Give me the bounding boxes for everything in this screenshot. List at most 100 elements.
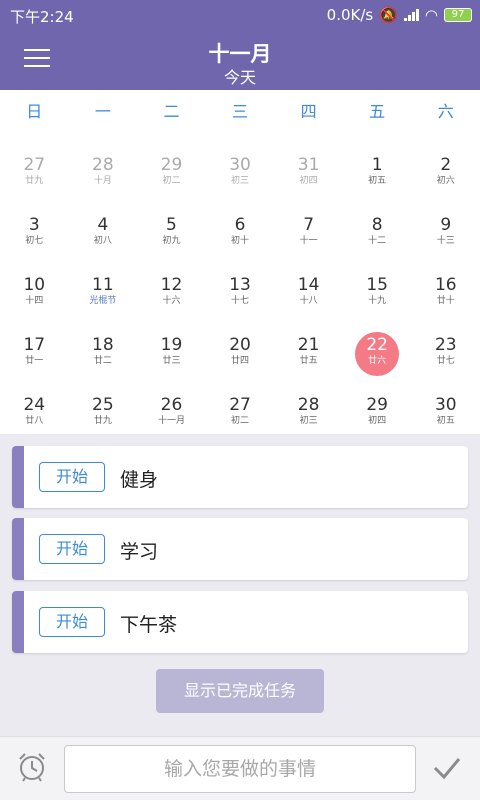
- calendar-day[interactable]: 27 廿九: [0, 134, 69, 194]
- day-number: 8: [371, 215, 383, 235]
- lunar-date: 十八: [299, 296, 318, 306]
- calendar-day[interactable]: 30 初三: [206, 134, 275, 194]
- day-number: 18: [92, 335, 114, 355]
- mute-icon: 🔕: [379, 6, 398, 24]
- day-number: 23: [434, 335, 457, 355]
- task-card: 开始 学习: [12, 518, 468, 580]
- start-button[interactable]: 开始: [39, 462, 105, 492]
- task-card: 开始 下午茶: [12, 591, 468, 653]
- calendar-day[interactable]: 17 廿一: [0, 314, 69, 374]
- calendar-day[interactable]: 27 初二: [206, 374, 275, 434]
- lunar-date: 十七: [231, 296, 250, 306]
- calendar-week: 27 廿九 28 十月 29 初二 30 初三 31 初四 1 初五 2 初六: [0, 134, 480, 194]
- calendar-day[interactable]: 1 初五: [343, 134, 412, 194]
- calendar-day[interactable]: 14 十八: [274, 254, 343, 314]
- todo-input[interactable]: [64, 745, 416, 793]
- lunar-date: 十一: [299, 236, 318, 246]
- calendar-day[interactable]: 12 十六: [137, 254, 206, 314]
- day-number: 16: [434, 275, 457, 295]
- calendar-day[interactable]: 31 初四: [274, 134, 343, 194]
- lunar-date: 廿四: [231, 356, 250, 366]
- calendar-day[interactable]: 10 十四: [0, 254, 69, 314]
- day-number: 29: [160, 155, 183, 175]
- calendar-day[interactable]: 28 初三: [274, 374, 343, 434]
- lunar-date: 廿九: [93, 416, 112, 426]
- calendar-day[interactable]: 16 廿十: [411, 254, 480, 314]
- day-number: 11: [92, 275, 114, 295]
- lunar-date: 初十: [231, 236, 250, 246]
- show-completed-button[interactable]: 显示已完成任务: [156, 669, 324, 713]
- day-number: 6: [234, 215, 246, 235]
- task-name[interactable]: 学习: [120, 537, 158, 564]
- day-number: 28: [92, 155, 114, 175]
- lunar-date: 廿九: [25, 176, 44, 186]
- calendar-day[interactable]: 20 廿四: [206, 314, 275, 374]
- day-number: 4: [97, 215, 109, 235]
- day-number: 26: [160, 395, 183, 415]
- day-number: 30: [434, 395, 457, 415]
- lunar-date: 廿二: [93, 356, 112, 366]
- calendar-day[interactable]: 6 初十: [206, 194, 275, 254]
- lunar-date: 十月: [93, 176, 112, 186]
- calendar-day[interactable]: 2 初六: [411, 134, 480, 194]
- start-button[interactable]: 开始: [39, 534, 105, 564]
- calendar-day[interactable]: 13 十七: [206, 254, 275, 314]
- lunar-date: 初九: [162, 236, 181, 246]
- lunar-date: 十二: [368, 236, 387, 246]
- task-name[interactable]: 下午茶: [120, 610, 177, 637]
- calendar-day[interactable]: 25 廿九: [69, 374, 138, 434]
- day-number: 19: [160, 335, 183, 355]
- lunar-date: 初三: [299, 416, 318, 426]
- day-number: 15: [366, 275, 388, 295]
- day-number: 7: [303, 215, 315, 235]
- confirm-check-icon[interactable]: [432, 753, 462, 783]
- weekday-label: 五: [369, 102, 386, 121]
- lunar-date: 廿八: [25, 416, 44, 426]
- calendar-week: 10 十四 11 光棍节 12 十六 13 十七 14 十八 15 十九 16 廿十: [0, 254, 480, 314]
- lunar-date: 廿十: [436, 296, 455, 306]
- calendar-day-selected[interactable]: 22 廿六: [343, 314, 412, 376]
- status-time: 下午2:24: [10, 8, 74, 26]
- day-number: 5: [166, 215, 177, 235]
- alarm-clock-icon[interactable]: [16, 751, 48, 783]
- day-number: 13: [229, 275, 251, 295]
- lunar-date: 十六: [162, 296, 181, 306]
- calendar-week: 3 初七 4 初八 5 初九 6 初十 7 十一 8 十二 9 十三: [0, 194, 480, 254]
- status-indicators: 0.0K/s 🔕 ◠ 97: [327, 6, 472, 24]
- calendar-day[interactable]: 26 十一月: [137, 374, 206, 434]
- calendar-day[interactable]: 18 廿二: [69, 314, 138, 374]
- weekday-label: 一: [94, 102, 111, 121]
- calendar-day[interactable]: 3 初七: [0, 194, 69, 254]
- calendar-day[interactable]: 21 廿五: [274, 314, 343, 374]
- calendar-day[interactable]: 23 廿七: [411, 314, 480, 374]
- lunar-date: 初六: [436, 176, 455, 186]
- calendar-day[interactable]: 15 十九: [343, 254, 412, 314]
- today-button[interactable]: 今天: [0, 64, 480, 88]
- lunar-date: 初四: [368, 416, 387, 426]
- calendar-day[interactable]: 19 廿三: [137, 314, 206, 374]
- calendar-week: 17 廿一 18 廿二 19 廿三 20 廿四 21 廿五 22 廿六 23 廿七: [0, 314, 480, 376]
- day-number: 1: [371, 155, 383, 175]
- calendar-day[interactable]: 4 初八: [69, 194, 138, 254]
- day-number: 29: [366, 395, 388, 415]
- calendar-day[interactable]: 24 廿八: [0, 374, 69, 434]
- calendar-day[interactable]: 29 初四: [343, 374, 412, 434]
- day-number: 24: [23, 395, 46, 415]
- calendar-day[interactable]: 5 初九: [137, 194, 206, 254]
- lunar-date: 初二: [231, 416, 250, 426]
- calendar-day[interactable]: 7 十一: [274, 194, 343, 254]
- calendar-day[interactable]: 30 初五: [411, 374, 480, 434]
- calendar-day[interactable]: 28 十月: [69, 134, 138, 194]
- calendar-day[interactable]: 29 初二: [137, 134, 206, 194]
- task-name[interactable]: 健身: [120, 465, 158, 492]
- weekday-label: 三: [232, 102, 249, 121]
- day-number: 10: [23, 275, 46, 295]
- lunar-date: 十九: [368, 296, 387, 306]
- status-bar: 下午2:24 0.0K/s 🔕 ◠ 97: [0, 0, 480, 30]
- calendar-day[interactable]: 9 十三: [411, 194, 480, 254]
- lunar-date: 初五: [368, 176, 387, 186]
- calendar-day[interactable]: 8 十二: [343, 194, 412, 254]
- start-button[interactable]: 开始: [39, 607, 105, 637]
- calendar-day[interactable]: 11 光棍节: [69, 254, 138, 314]
- lunar-date: 初四: [299, 176, 318, 186]
